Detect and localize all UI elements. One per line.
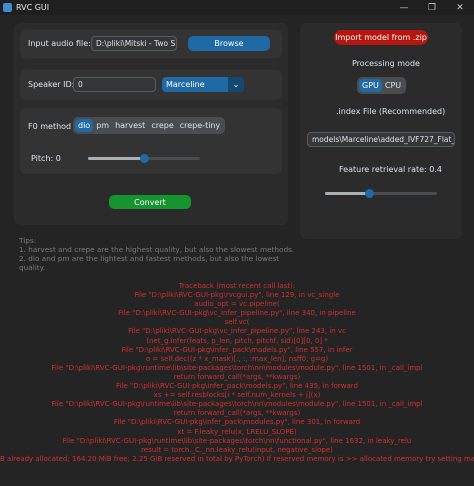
tips-line-1: 1. harvest and crepe are the highest qua…: [19, 245, 295, 254]
minimize-icon[interactable]: —: [390, 0, 418, 15]
tips-line-2: 2. dio and pm are the lightest and faste…: [19, 254, 280, 272]
traceback-line: o = self.dec((z * x_mask)[:, :, :max_len…: [145, 354, 329, 363]
input-audio-field[interactable]: D:\pliki\Mitski - Two S: [91, 36, 177, 51]
f0-option-dio[interactable]: dio: [75, 119, 94, 132]
app-icon: [3, 3, 12, 12]
traceback-line: (net_g.infer(feats, p_len, pitch, pitchf…: [146, 336, 328, 345]
tips-text: Tips: 1. harvest and crepe are the highe…: [19, 236, 299, 272]
feature-retrieval-slider-fill: [325, 192, 370, 195]
tips-title: Tips:: [19, 236, 37, 245]
f0-option-pm[interactable]: pm: [93, 119, 112, 132]
browse-button[interactable]: Browse: [188, 36, 270, 51]
index-file-label: .index File (Recommended): [336, 107, 446, 116]
f0-method-label: F0 method: [28, 122, 72, 131]
traceback-line: File "D:\pliki\RVC-GUI-pkg\runtime\lib\s…: [62, 436, 412, 445]
window-controls: — ❐ ✕: [390, 0, 474, 15]
traceback-line: xt = F.leaky_relu(x, LRELU_SLOPE): [177, 427, 297, 436]
f0-option-harvest[interactable]: harvest: [112, 119, 148, 132]
processing-mode-label: Processing mode: [352, 59, 420, 68]
title-bar: RVC GUI — ❐ ✕: [0, 0, 474, 15]
processing-mode-selector: GPU CPU: [357, 77, 407, 94]
pitch-slider[interactable]: [88, 154, 200, 163]
traceback-line: result = torch._C._nn.leaky_relu(input, …: [141, 445, 333, 454]
traceback-line: File "D:\pliki\RVC-GUI-pkg\infer_pack\mo…: [116, 382, 358, 391]
mode-option-gpu[interactable]: GPU: [359, 79, 382, 92]
traceback-line: self.vc(: [224, 318, 250, 327]
model-dropdown[interactable]: Marceline ⌄: [162, 77, 244, 92]
feature-retrieval-label: Feature retrieval rate: 0.4: [339, 165, 442, 174]
convert-button[interactable]: Convert: [109, 195, 191, 209]
traceback-line: File "D:\pliki\RVC-GUI-pkg\infer_pack\mo…: [121, 345, 353, 354]
pitch-slider-handle[interactable]: [139, 154, 149, 163]
traceback-line: Traceback (most recent call last):: [178, 282, 296, 290]
traceback-line: File "D:\pliki\RVC-GUI-pkg\runtime\lib\s…: [51, 363, 423, 372]
chevron-down-icon[interactable]: ⌄: [228, 77, 244, 92]
close-icon[interactable]: ✕: [446, 0, 474, 15]
f0-method-selector: dio pm harvest crepe crepe-tiny: [73, 117, 226, 134]
maximize-icon[interactable]: ❐: [418, 0, 446, 15]
traceback-line: File "D:\pliki\RVC-GUI-pkg\infer_pack\mo…: [113, 418, 361, 427]
traceback-line: return forward_call(*args, **kwargs): [173, 372, 301, 381]
error-traceback: Traceback (most recent call last): File "…: [0, 282, 474, 464]
right-panel: [300, 23, 462, 239]
traceback-line: File "D:\pliki\RVC-GUI-pkg\runtime\lib\s…: [51, 400, 423, 409]
import-model-button[interactable]: Import model from .zip: [334, 30, 428, 45]
feature-retrieval-slider[interactable]: [325, 189, 437, 198]
index-file-field[interactable]: models\Marceline\added_IVF727_Flat_np: [307, 132, 455, 147]
traceback-line: return forward_call(*args, **kwargs): [173, 409, 301, 418]
traceback-line: xs += self.resblocks[i * self.num_kernel…: [153, 391, 321, 400]
f0-option-crepe[interactable]: crepe: [148, 119, 176, 132]
traceback-line: File "D:\pliki\RVC-GUI-pkg\vc_infer_pipe…: [128, 327, 346, 336]
traceback-line: audio_opt = vc.pipeline(: [194, 300, 280, 309]
mode-option-cpu[interactable]: CPU: [382, 79, 404, 92]
pitch-label: Pitch: 0: [31, 154, 61, 163]
traceback-line: File "D:\pliki\RVC-GUI-pkg\vc_infer_pipe…: [118, 309, 356, 318]
window-title: RVC GUI: [16, 3, 50, 12]
input-audio-label: Input audio file:: [28, 39, 91, 48]
traceback-line: File "D:\pliki\RVC-GUI-pkg\rvcgui.py", l…: [134, 291, 340, 300]
model-dropdown-value: Marceline: [166, 80, 205, 89]
speaker-id-field[interactable]: 0: [73, 77, 156, 92]
f0-option-crepe-tiny[interactable]: crepe-tiny: [177, 119, 223, 132]
speaker-id-label: Speaker ID:: [28, 80, 75, 89]
pitch-slider-fill: [88, 157, 144, 160]
traceback-line: B already allocated; 164.20 MiB free; 2.…: [0, 454, 474, 463]
